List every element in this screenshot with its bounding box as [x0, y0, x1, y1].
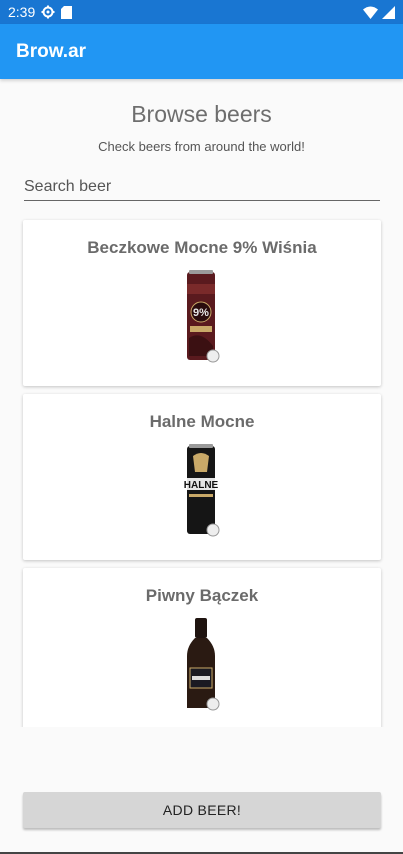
beer-card[interactable]: Beczkowe Mocne 9% Wiśnia 9% [23, 220, 381, 386]
beer-bottle-image [187, 618, 220, 711]
search-input[interactable] [24, 173, 380, 201]
add-beer-button[interactable]: ADD BEER! [23, 792, 381, 828]
svg-text:HALNE: HALNE [184, 480, 219, 491]
beer-name: Beczkowe Mocne 9% Wiśnia [87, 238, 317, 257]
beer-list[interactable]: Beczkowe Mocne 9% Wiśnia 9% Halne Mocne … [0, 214, 403, 727]
beer-name: Halne Mocne [149, 412, 255, 431]
app-bar: Brow.ar [0, 24, 403, 79]
cell-signal-icon [382, 5, 395, 19]
beer-name: Piwny Bączek [145, 586, 259, 605]
beer-card[interactable]: Piwny Bączek [23, 568, 381, 727]
sd-card-icon [61, 5, 73, 19]
page-subtitle: Check beers from around the world! [98, 139, 305, 154]
settings-gear-icon [41, 5, 55, 19]
svg-text:9%: 9% [193, 307, 209, 319]
page-title: Browse beers [131, 101, 272, 127]
status-bar: 2:39 [0, 0, 403, 24]
app-title: Brow.ar [16, 40, 87, 62]
wifi-icon [363, 6, 378, 19]
beer-card[interactable]: Halne Mocne HALNE [23, 394, 381, 560]
beer-can-image: HALNE [184, 444, 220, 537]
beer-can-image: 9% [187, 270, 220, 363]
status-time: 2:39 [8, 4, 36, 20]
